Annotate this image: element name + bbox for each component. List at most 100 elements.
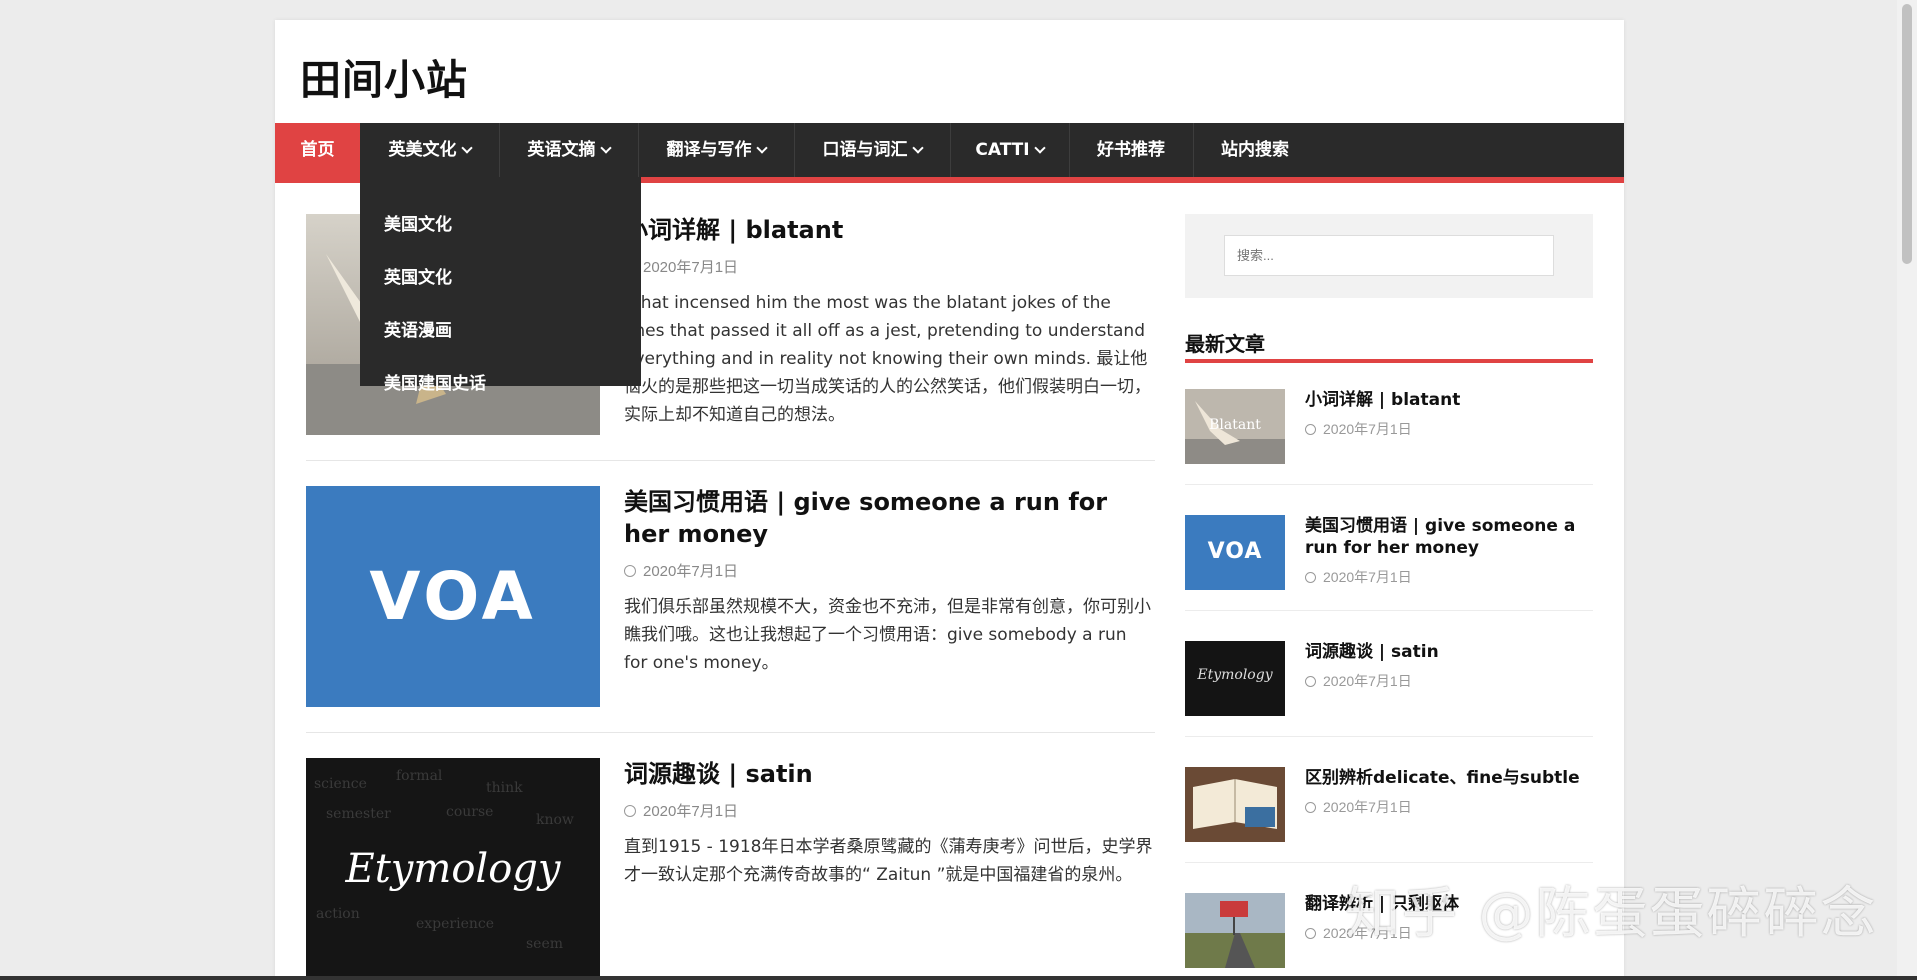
clock-icon xyxy=(624,805,636,817)
road-sign-image xyxy=(1185,893,1285,968)
page-container: 田间小站 首页 英美文化 英语文摘 翻译与写作 口语与词汇 CATTI 好书推荐… xyxy=(275,20,1624,980)
post-title[interactable]: 词源趣谈 | satin xyxy=(624,758,1155,790)
recent-post-date: 2020年7月1日 xyxy=(1305,419,1412,439)
svg-text:action: action xyxy=(316,906,360,922)
recent-thumbnail[interactable] xyxy=(1185,893,1285,968)
recent-post-title[interactable]: 小词详解 | blatant xyxy=(1305,389,1593,411)
nav-item-culture[interactable]: 英美文化 xyxy=(360,123,500,177)
date-text: 2020年7月1日 xyxy=(1323,569,1412,585)
recent-post-item[interactable]: 区别辨析delicate、fine与subtle 2020年7月1日 xyxy=(1185,767,1593,843)
clock-icon xyxy=(1305,572,1316,583)
date-text: 2020年7月1日 xyxy=(643,803,739,820)
post-excerpt: What incensed him the most was the blata… xyxy=(624,293,1151,425)
book-image xyxy=(1185,767,1285,842)
voa-logo: VOA xyxy=(369,558,537,635)
post-excerpt: 直到1915 - 1918年日本学者桑原骘藏的《蒲寿庚考》问世后，史学界才一致认… xyxy=(624,837,1153,885)
divider xyxy=(1185,862,1593,863)
search-input[interactable] xyxy=(1224,235,1554,276)
search-widget xyxy=(1185,214,1593,298)
svg-text:course: course xyxy=(446,804,493,820)
svg-text:science: science xyxy=(314,776,367,792)
divider xyxy=(1185,484,1593,485)
date-text: 2020年7月1日 xyxy=(1323,799,1412,815)
post-date: 2020年7月1日 xyxy=(624,800,738,821)
clock-icon xyxy=(1305,802,1316,813)
recent-thumbnail[interactable] xyxy=(1185,767,1285,842)
recent-post-title[interactable]: 区别辨析delicate、fine与subtle xyxy=(1305,767,1593,789)
nav-item-home[interactable]: 首页 xyxy=(275,123,360,177)
post-date: 2020年7月1日 xyxy=(624,560,738,581)
chevron-down-icon xyxy=(1033,142,1046,154)
recent-post-date: 2020年7月1日 xyxy=(1305,671,1412,691)
clock-icon xyxy=(1305,424,1316,435)
svg-text:seem: seem xyxy=(526,936,563,952)
scrollbar-thumb[interactable] xyxy=(1902,4,1912,264)
divider xyxy=(1185,610,1593,611)
post-date: 2020年7月1日 xyxy=(624,256,738,277)
recent-thumbnail[interactable]: Blatant xyxy=(1185,389,1285,464)
svg-text:experience: experience xyxy=(416,916,494,932)
recent-post-date: 2020年7月1日 xyxy=(1305,567,1412,587)
clock-icon xyxy=(624,565,636,577)
nav-label: 英语文摘 xyxy=(527,140,596,160)
recent-post-date: 2020年7月1日 xyxy=(1305,797,1412,817)
svg-text:semester: semester xyxy=(326,806,391,822)
title-underline xyxy=(1185,359,1593,363)
post-title[interactable]: 美国习惯用语 | give someone a run for her mone… xyxy=(624,486,1155,550)
recent-post-title[interactable]: 美国习惯用语 | give someone a run for her mone… xyxy=(1305,515,1593,559)
chevron-down-icon xyxy=(911,142,924,154)
nav-item-translation[interactable]: 翻译与写作 xyxy=(638,123,795,177)
recent-post-item[interactable]: Blatant 小词详解 | blatant 2020年7月1日 xyxy=(1185,389,1593,465)
dropdown-item-uk-culture[interactable]: 英国文化 xyxy=(384,263,452,288)
nav-label: 英美文化 xyxy=(388,140,457,160)
divider xyxy=(306,732,1155,733)
bottom-bar xyxy=(0,976,1917,980)
blatant-text: Blatant xyxy=(1209,417,1261,433)
date-text: 2020年7月1日 xyxy=(643,563,739,580)
etymology-text: Etymology xyxy=(1197,667,1273,683)
post-excerpt: 我们俱乐部虽然规模不大，资金也不充沛，但是非常有创意，你可别小瞧我们哦。这也让我… xyxy=(624,597,1151,673)
chevron-down-icon xyxy=(599,142,612,154)
dropdown-item-comics[interactable]: 英语漫画 xyxy=(384,316,452,341)
page-scrollbar[interactable] xyxy=(1897,0,1917,980)
svg-text:think: think xyxy=(486,780,523,796)
nav-label: 站内搜索 xyxy=(1221,140,1289,160)
divider xyxy=(306,460,1155,461)
site-title[interactable]: 田间小站 xyxy=(300,46,468,106)
chevron-down-icon xyxy=(460,142,473,154)
clock-icon xyxy=(1305,676,1316,687)
post-item: VOA 美国习惯用语 | give someone a run for her … xyxy=(306,486,1155,707)
recent-post-title[interactable]: 词源趣谈 | satin xyxy=(1305,641,1593,663)
post-item: science formal think semester course know ac… xyxy=(306,758,1155,979)
nav-item-search[interactable]: 站内搜索 xyxy=(1193,123,1317,177)
nav-item-digest[interactable]: 英语文摘 xyxy=(499,123,639,177)
main-nav: 首页 英美文化 英语文摘 翻译与写作 口语与词汇 CATTI 好书推荐 站内搜索 xyxy=(275,123,1624,183)
voa-logo: VOA xyxy=(1207,539,1263,564)
date-text: 2020年7月1日 xyxy=(1323,421,1412,437)
recent-thumbnail[interactable]: VOA xyxy=(1185,515,1285,590)
dropdown-item-us-history[interactable]: 美国建国史话 xyxy=(384,369,486,394)
divider xyxy=(1185,736,1593,737)
etymology-text: Etymology xyxy=(345,846,561,892)
recent-post-item[interactable]: VOA 美国习惯用语 | give someone a run for her … xyxy=(1185,515,1593,591)
nav-label: 好书推荐 xyxy=(1097,140,1165,160)
nav-item-catti[interactable]: CATTI xyxy=(950,123,1070,177)
recent-thumbnail[interactable]: Etymology xyxy=(1185,641,1285,716)
post-thumbnail[interactable]: science formal think semester course know ac… xyxy=(306,758,600,979)
nav-label: CATTI xyxy=(975,140,1030,160)
recent-posts-title: 最新文章 xyxy=(1185,332,1265,356)
nav-item-books[interactable]: 好书推荐 xyxy=(1069,123,1194,177)
zhihu-watermark: 知乎 @陈蛋蛋碎碎念 xyxy=(1345,881,1878,945)
culture-dropdown-menu: 美国文化 英国文化 英语漫画 美国建国史话 xyxy=(360,177,641,394)
date-text: 2020年7月1日 xyxy=(643,259,739,276)
recent-post-item[interactable]: Etymology 词源趣谈 | satin 2020年7月1日 xyxy=(1185,641,1593,717)
nav-item-speaking[interactable]: 口语与词汇 xyxy=(794,123,951,177)
chevron-down-icon xyxy=(755,142,768,154)
dropdown-item-us-culture[interactable]: 美国文化 xyxy=(384,210,452,235)
post-thumbnail[interactable]: VOA xyxy=(306,486,600,707)
post-title[interactable]: 小词详解 | blatant xyxy=(624,214,1155,246)
svg-text:know: know xyxy=(536,812,574,828)
date-text: 2020年7月1日 xyxy=(1323,673,1412,689)
svg-text:formal: formal xyxy=(396,768,443,784)
nav-label: 首页 xyxy=(300,140,335,160)
